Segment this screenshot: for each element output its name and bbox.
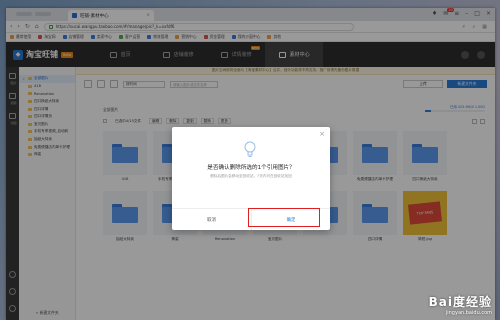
highlight-box (248, 208, 320, 227)
dialog-description: 删除后图片会移动至回收站，7天内可在回收站找回 (210, 174, 292, 178)
watermark-url: jingyan.baidu.com (445, 310, 492, 316)
watermark: Bai度经验 jingyan.baidu.com (429, 293, 492, 316)
close-icon[interactable]: × (319, 130, 325, 138)
watermark-logo: Bai度经验 (428, 295, 492, 309)
lightbulb-icon (244, 141, 256, 157)
cancel-button[interactable]: 取消 (172, 217, 251, 223)
dialog-title: 是否确认删除所选的1个引用图片？ (207, 165, 295, 171)
